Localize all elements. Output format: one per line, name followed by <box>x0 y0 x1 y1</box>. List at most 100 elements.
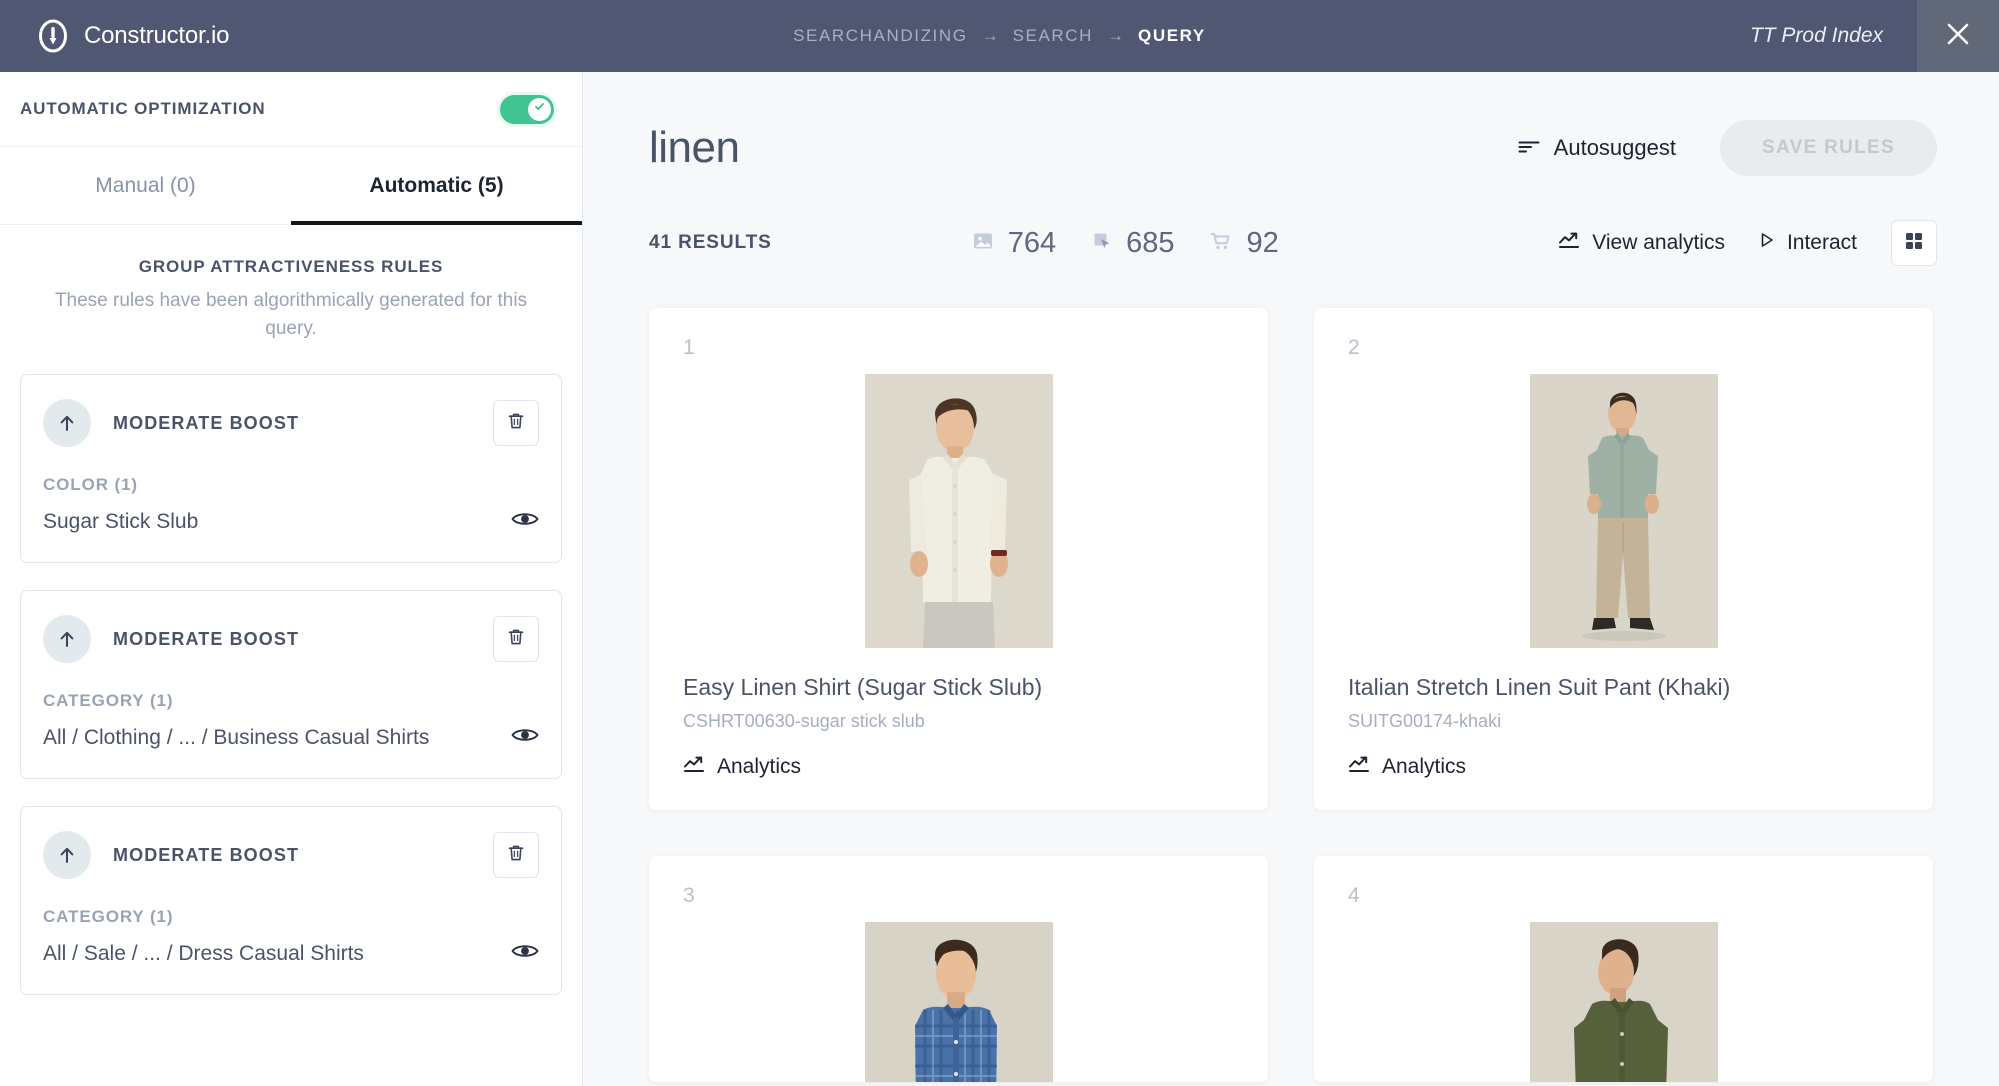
lines-icon <box>1518 135 1540 161</box>
rule-card[interactable]: MODERATE BOOST CATEGORY (1) All / Clothi… <box>20 590 562 780</box>
power-button-logo-icon <box>36 19 70 53</box>
eye-icon[interactable] <box>511 725 539 750</box>
stat-impressions-value: 764 <box>1007 226 1057 259</box>
rule-header: MODERATE BOOST <box>43 615 539 664</box>
product-title[interactable]: Easy Linen Shirt (Sugar Stick Slub) <box>683 674 1234 701</box>
main-header: linen Autosuggest SAVE RULES <box>583 72 1999 176</box>
rule-attribute-label: CATEGORY (1) <box>43 907 174 927</box>
rule-boost-label: MODERATE BOOST <box>113 628 300 649</box>
automatic-optimization-toggle[interactable] <box>500 94 554 124</box>
eye-icon[interactable] <box>511 941 539 966</box>
rule-boost-label: MODERATE BOOST <box>113 844 300 865</box>
product-image-wrap <box>683 374 1234 648</box>
interact-button[interactable]: Interact <box>1759 231 1857 255</box>
trash-icon <box>506 843 526 868</box>
stat-conversions-value: 92 <box>1246 226 1279 259</box>
rule-card[interactable]: MODERATE BOOST CATEGORY (1) All / Sale /… <box>20 806 562 996</box>
delete-rule-button[interactable] <box>493 616 539 663</box>
page-title: linen <box>649 123 740 172</box>
rules-tabs: Manual (0) Automatic (5) <box>0 147 582 225</box>
breadcrumb-item-search[interactable]: SEARCH <box>1013 26 1093 46</box>
check-icon <box>533 100 546 118</box>
analytics-icon <box>1558 230 1580 256</box>
play-triangle-icon <box>1759 231 1775 255</box>
product-card[interactable]: 3 <box>649 856 1268 1082</box>
autosuggest-button[interactable]: Autosuggest <box>1518 135 1676 161</box>
trash-icon <box>506 627 526 652</box>
eye-icon[interactable] <box>511 509 539 534</box>
arrow-up-icon <box>43 399 91 448</box>
main-panel: linen Autosuggest SAVE RULES 41 RESULTS <box>583 72 1999 1086</box>
automatic-optimization-row: AUTOMATIC OPTIMIZATION <box>0 72 582 147</box>
product-rank: 1 <box>683 336 695 359</box>
product-card[interactable]: 1 Easy Linen Shirt (Sugar Stick Slub) CS… <box>649 308 1268 810</box>
rule-header-left: MODERATE BOOST <box>43 399 299 448</box>
stats-group: 764 685 92 <box>972 227 1279 260</box>
product-title[interactable]: Italian Stretch Linen Suit Pant (Khaki) <box>1348 674 1899 701</box>
product-image-wrap <box>1348 374 1899 648</box>
analytics-icon <box>1348 754 1370 780</box>
rules-list: MODERATE BOOST COLOR (1) Sugar Stick Slu… <box>0 364 582 996</box>
product-analytics-label: Analytics <box>1382 755 1467 778</box>
impression-icon <box>972 230 994 257</box>
breadcrumb: SEARCHANDIZING → SEARCH → QUERY <box>0 26 1999 46</box>
product-rank: 4 <box>1348 884 1360 907</box>
arrow-up-icon <box>43 831 91 880</box>
results-count: 41 RESULTS <box>649 232 772 253</box>
autosuggest-label: Autosuggest <box>1553 135 1676 160</box>
breadcrumb-separator: → <box>1107 26 1125 45</box>
close-button[interactable] <box>1917 0 1999 72</box>
rule-body: All / Clothing / ... / Business Casual S… <box>43 725 539 750</box>
breadcrumb-item-query[interactable]: QUERY <box>1138 26 1206 46</box>
breadcrumb-item-searchandizing[interactable]: SEARCHANDIZING <box>793 26 967 46</box>
rule-header-left: MODERATE BOOST <box>43 831 300 880</box>
brand[interactable]: Constructor.io <box>36 19 229 53</box>
rule-header: MODERATE BOOST <box>43 831 539 880</box>
stat-clicks: 685 <box>1092 227 1174 260</box>
product-rank: 2 <box>1348 336 1360 359</box>
grid-view-icon <box>1903 230 1925 257</box>
product-sku: CSHRT00630-sugar stick slub <box>683 711 925 731</box>
view-analytics-button[interactable]: View analytics <box>1558 230 1725 256</box>
product-analytics-button[interactable]: Analytics <box>1348 754 1899 780</box>
breadcrumb-separator: → <box>981 26 999 45</box>
delete-rule-button[interactable] <box>493 400 539 447</box>
stat-impressions: 764 <box>972 227 1056 260</box>
product-sku: SUITG00174-khaki <box>1348 711 1502 731</box>
grid-view-toggle[interactable] <box>1891 220 1937 266</box>
product-image <box>1529 922 1718 1082</box>
product-image-wrap <box>1348 922 1899 1082</box>
tab-automatic[interactable]: Automatic (5) <box>291 147 582 225</box>
product-image-wrap <box>683 922 1234 1082</box>
rules-intro: GROUP ATTRACTIVENESS RULES These rules h… <box>0 225 582 364</box>
results-bar: 41 RESULTS 764 685 92 View analytics Int… <box>583 176 1999 266</box>
product-card[interactable]: 4 <box>1314 856 1933 1082</box>
click-cursor-icon <box>1092 231 1112 256</box>
save-rules-button[interactable]: SAVE RULES <box>1719 120 1937 176</box>
rule-header-left: MODERATE BOOST <box>43 615 300 664</box>
tab-manual[interactable]: Manual (0) <box>0 147 291 224</box>
product-card[interactable]: 2 Italian Stretch Linen Suit Pant (Khaki… <box>1314 308 1933 810</box>
rule-attribute-label: CATEGORY (1) <box>43 691 174 711</box>
results-actions: View analytics Interact <box>1558 220 1937 266</box>
interact-label: Interact <box>1786 231 1857 254</box>
header-actions: Autosuggest SAVE RULES <box>1518 120 1937 176</box>
rule-body: All / Sale / ... / Dress Casual Shirts <box>43 941 539 966</box>
delete-rule-button[interactable] <box>493 832 539 879</box>
rule-header: MODERATE BOOST <box>43 399 539 448</box>
analytics-icon <box>683 754 705 780</box>
rule-value: All / Clothing / ... / Business Casual S… <box>43 726 430 750</box>
rule-value: Sugar Stick Slub <box>43 510 199 534</box>
product-image <box>864 922 1053 1082</box>
rules-subheading: These rules have been algorithmically ge… <box>54 290 528 339</box>
stat-clicks-value: 685 <box>1126 226 1175 259</box>
product-image <box>1529 374 1718 648</box>
close-icon <box>1943 19 1973 54</box>
automatic-optimization-label: AUTOMATIC OPTIMIZATION <box>20 99 266 118</box>
rule-attribute-label: COLOR (1) <box>43 475 138 495</box>
rule-body: Sugar Stick Slub <box>43 509 539 534</box>
brand-name: Constructor.io <box>84 22 230 49</box>
rule-card[interactable]: MODERATE BOOST COLOR (1) Sugar Stick Slu… <box>20 374 562 564</box>
view-analytics-label: View analytics <box>1592 231 1725 254</box>
product-analytics-button[interactable]: Analytics <box>683 754 1234 780</box>
